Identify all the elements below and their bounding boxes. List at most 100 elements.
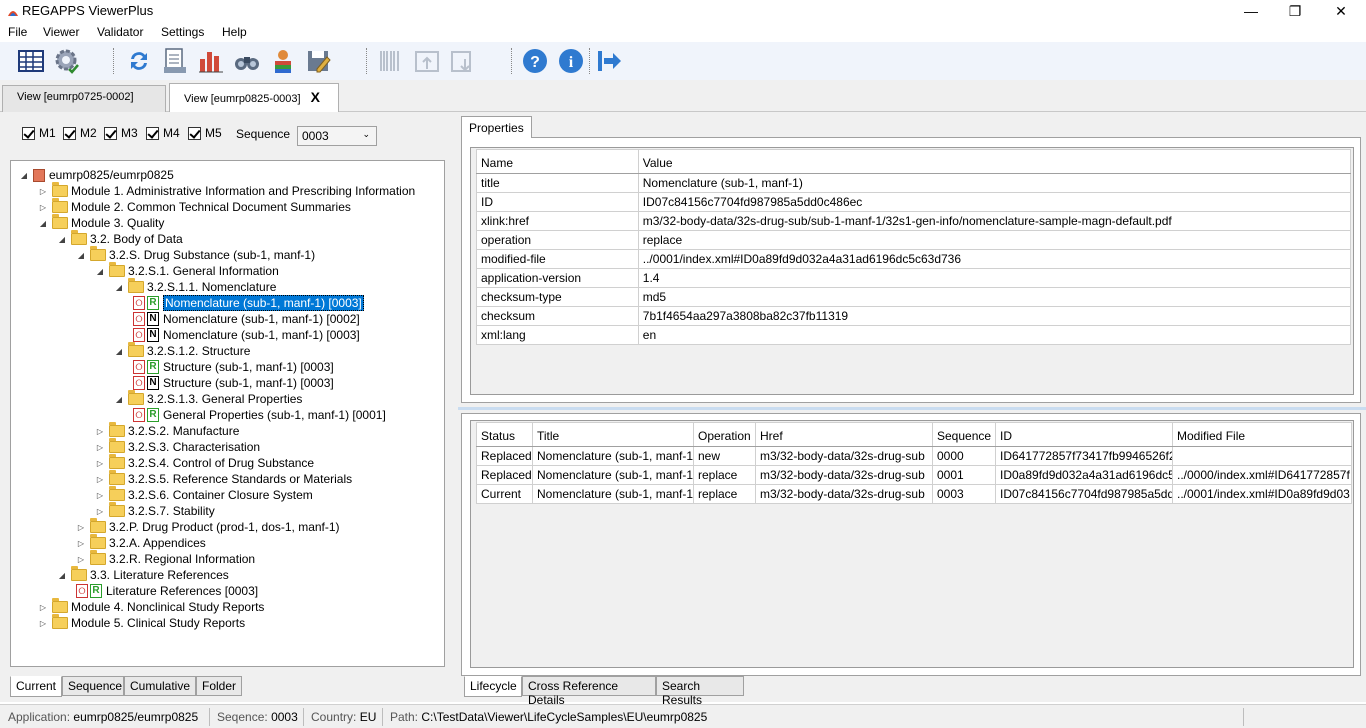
- lifecycle-cell-id[interactable]: ID07c84156c7704fd987985a5dd: [995, 484, 1173, 504]
- property-name-cell[interactable]: xlink:href: [476, 211, 639, 231]
- tree-node-label[interactable]: 3.2.P. Drug Product (prod-1, dos-1, manf…: [109, 520, 340, 534]
- tree-folder-node[interactable]: ◢ Module 3. Quality: [38, 214, 164, 231]
- tree-node-label[interactable]: 3.2.S.7. Stability: [128, 504, 215, 518]
- tree-node-label[interactable]: Module 1. Administrative Information and…: [71, 184, 415, 198]
- refresh-icon[interactable]: [124, 46, 154, 76]
- tree-node-label[interactable]: 3.2.S.3. Characterisation: [128, 440, 260, 454]
- tree-node-label[interactable]: Module 3. Quality: [71, 216, 164, 230]
- lifecycle-cell-modified-file[interactable]: [1172, 446, 1352, 466]
- close-tab-icon[interactable]: X: [311, 89, 320, 105]
- tree-node-label[interactable]: Nomenclature (sub-1, manf-1) [0002]: [163, 312, 360, 326]
- tree-folder-node[interactable]: ▷ 3.2.S.2. Manufacture: [95, 422, 239, 439]
- checkbox[interactable]: [22, 126, 35, 140]
- menu-viewer[interactable]: Viewer: [43, 25, 79, 39]
- property-row[interactable]: modified-file ../0001/index.xml#ID0a89fd9…: [476, 249, 1352, 269]
- tree-node-label[interactable]: General Properties (sub-1, manf-1) [0001…: [163, 408, 386, 422]
- property-row[interactable]: operation replace: [476, 230, 1352, 250]
- tree-folder-node[interactable]: ▷ Module 1. Administrative Information an…: [38, 182, 415, 199]
- tree-document-node[interactable]: ⭘ R Literature References [0003]: [76, 583, 258, 599]
- property-name-cell[interactable]: modified-file: [476, 249, 639, 269]
- lifecycle-cell-modified-file[interactable]: ../0000/index.xml#ID641772857f: [1172, 465, 1352, 485]
- tab-cumulative[interactable]: Cumulative: [124, 676, 196, 696]
- tree-node-label[interactable]: 3.2.S.1.1. Nomenclature: [147, 280, 276, 294]
- tree-folder-node[interactable]: ◢ 3.2.S.1. General Information: [95, 262, 279, 279]
- expand-arrow-icon[interactable]: ▷: [95, 459, 105, 468]
- tree-document-node[interactable]: ⭘ N Nomenclature (sub-1, manf-1) [0002]: [133, 311, 360, 327]
- tab-current[interactable]: Current: [10, 676, 62, 697]
- tree-node-label[interactable]: 3.2.A. Appendices: [109, 536, 206, 550]
- checkbox[interactable]: [104, 126, 117, 140]
- property-row[interactable]: xml:lang en: [476, 325, 1352, 345]
- tab-cross-reference-details[interactable]: Cross Reference Details: [522, 676, 656, 707]
- expand-arrow-icon[interactable]: ▷: [95, 507, 105, 516]
- tree-folder-node[interactable]: ◢ eumrp0825/eumrp0825: [19, 167, 174, 183]
- tree-document-node[interactable]: ⭘ R Structure (sub-1, manf-1) [0003]: [133, 359, 334, 375]
- tree-node-label[interactable]: Module 2. Common Technical Document Summ…: [71, 200, 351, 214]
- tab-view-eumrp0725-0002[interactable]: View [eumrp0725-0002]: [2, 85, 166, 112]
- lifecycle-cell-modified-file[interactable]: ../0001/index.xml#ID0a89fd9d03: [1172, 484, 1352, 504]
- lifecycle-cell-title[interactable]: Nomenclature (sub-1, manf-1): [532, 446, 694, 466]
- lifecycle-cell-status[interactable]: Current: [476, 484, 533, 504]
- collapse-arrow-icon[interactable]: ◢: [57, 571, 67, 580]
- tree-document-node[interactable]: ⭘ N Nomenclature (sub-1, manf-1) [0003]: [133, 327, 360, 343]
- module-checkbox-m2[interactable]: M2: [63, 126, 97, 140]
- menu-help[interactable]: Help: [222, 25, 247, 39]
- binoculars-icon[interactable]: [232, 46, 262, 76]
- maximize-button[interactable]: ❐: [1272, 0, 1318, 24]
- sequence-select[interactable]: 0003 ⌄: [297, 126, 377, 146]
- tree-folder-node[interactable]: ◢ 3.3. Literature References: [57, 566, 229, 583]
- column-header-sequence[interactable]: Sequence: [932, 422, 996, 447]
- tree-node-label[interactable]: 3.2.S.1.3. General Properties: [147, 392, 302, 406]
- tab-properties[interactable]: Properties: [461, 116, 532, 138]
- close-button[interactable]: ✕: [1318, 0, 1364, 24]
- menu-settings[interactable]: Settings: [161, 25, 204, 39]
- property-name-cell[interactable]: checksum-type: [476, 287, 639, 307]
- property-value-cell[interactable]: Nomenclature (sub-1, manf-1): [637, 173, 1352, 193]
- window-up-icon[interactable]: [412, 46, 442, 76]
- property-name-cell[interactable]: title: [476, 173, 639, 193]
- menu-validator[interactable]: Validator: [97, 25, 143, 39]
- property-value-cell[interactable]: ID07c84156c7704fd987985a5dd0c486ec: [637, 192, 1352, 212]
- tree-folder-node[interactable]: ▷ Module 2. Common Technical Document Sum…: [38, 198, 351, 215]
- lifecycle-cell-operation[interactable]: new: [693, 446, 756, 466]
- minimize-button[interactable]: —: [1228, 0, 1274, 24]
- lifecycle-cell-operation[interactable]: replace: [693, 484, 756, 504]
- expand-arrow-icon[interactable]: ▷: [38, 203, 48, 212]
- tree-document-node[interactable]: ⭘ R Nomenclature (sub-1, manf-1) [0003]: [133, 295, 364, 311]
- tree-node-label[interactable]: 3.2.S. Drug Substance (sub-1, manf-1): [109, 248, 315, 262]
- column-header-status[interactable]: Status: [476, 422, 533, 447]
- module-checkbox-m3[interactable]: M3: [104, 126, 138, 140]
- report-icon[interactable]: [160, 46, 190, 76]
- tab-search-results[interactable]: Search Results: [656, 676, 744, 707]
- user-icon[interactable]: [268, 46, 298, 76]
- expand-arrow-icon[interactable]: ▷: [95, 427, 105, 436]
- lifecycle-cell-id[interactable]: ID641772857f73417fb9946526f2: [995, 446, 1173, 466]
- tab-view-eumrp0825-0003[interactable]: View [eumrp0825-0003] X: [169, 83, 339, 113]
- panel-splitter[interactable]: [458, 407, 1366, 410]
- barcode-icon[interactable]: [376, 46, 406, 76]
- tree-node-label[interactable]: 3.2.S.2. Manufacture: [128, 424, 239, 438]
- lifecycle-cell-sequence[interactable]: 0001: [932, 465, 996, 485]
- property-value-cell[interactable]: replace: [637, 230, 1352, 250]
- tree-node-label[interactable]: Nomenclature (sub-1, manf-1) [0003]: [163, 328, 360, 342]
- property-value-cell[interactable]: m3/32-body-data/32s-drug-sub/sub-1-manf-…: [637, 211, 1352, 231]
- checkbox[interactable]: [63, 126, 76, 140]
- lifecycle-cell-href[interactable]: m3/32-body-data/32s-drug-sub: [755, 484, 933, 504]
- save-edit-icon[interactable]: [304, 46, 334, 76]
- property-value-cell[interactable]: 1.4: [637, 268, 1352, 288]
- checkbox[interactable]: [188, 126, 201, 140]
- grid-icon[interactable]: [16, 46, 46, 76]
- column-header-href[interactable]: Href: [755, 422, 933, 447]
- tree-folder-node[interactable]: ▷ Module 4. Nonclinical Study Reports: [38, 598, 264, 615]
- expand-arrow-icon[interactable]: ▷: [76, 539, 86, 548]
- property-row[interactable]: checksum 7b1f4654aa297a3808ba82c37fb11319: [476, 306, 1352, 326]
- column-header-operation[interactable]: Operation: [693, 422, 756, 447]
- expand-arrow-icon[interactable]: ▷: [38, 619, 48, 628]
- tree-folder-node[interactable]: ▷ 3.2.R. Regional Information: [76, 550, 255, 567]
- tree-node-label[interactable]: 3.2.S.4. Control of Drug Substance: [128, 456, 314, 470]
- collapse-arrow-icon[interactable]: ◢: [114, 395, 124, 404]
- lifecycle-cell-id[interactable]: ID0a89fd9d032a4a31ad6196dc5: [995, 465, 1173, 485]
- tree-node-label[interactable]: 3.2.S.1.2. Structure: [147, 344, 250, 358]
- collapse-arrow-icon[interactable]: ◢: [95, 267, 105, 276]
- properties-table[interactable]: Name Value title Nomenclature (sub-1, man…: [476, 149, 1352, 345]
